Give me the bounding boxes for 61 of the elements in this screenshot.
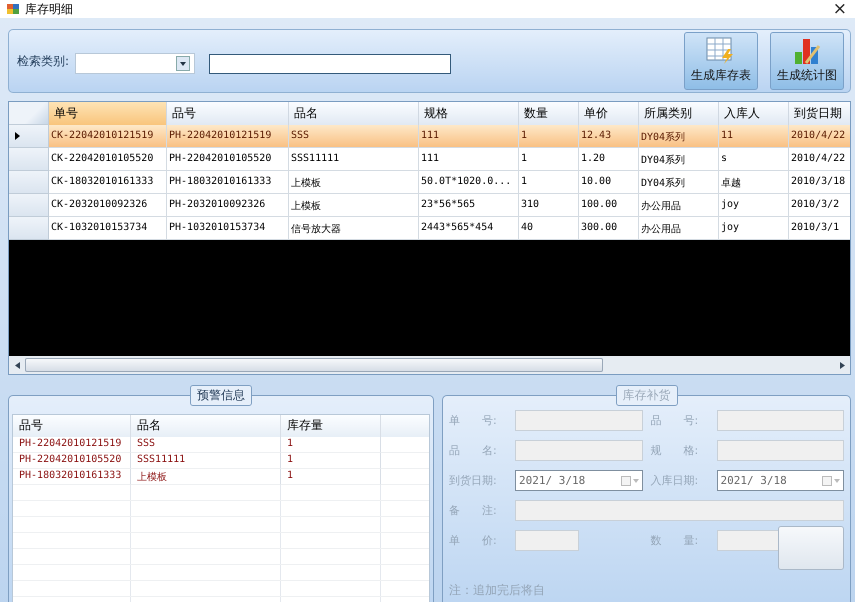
- table-row[interactable]: CK-1032010153734 PH-1032010153734 信号放大器 2443*565*454 40 300.00 办公用品 joy 2010/3/1: [9, 217, 850, 240]
- scroll-right-icon[interactable]: [838, 361, 846, 369]
- report-button[interactable]: 生成库存表: [684, 32, 758, 90]
- field-label: 入库日期:: [650, 473, 700, 488]
- row-header: [9, 171, 49, 194]
- row-header: [9, 148, 49, 171]
- row-pointer-icon: [15, 132, 20, 140]
- row-header: [9, 194, 49, 217]
- scroll-thumb[interactable]: [25, 358, 603, 372]
- bar-chart-icon: [792, 37, 822, 65]
- group-title: 预警信息: [190, 385, 252, 406]
- column-header[interactable]: 品号: [13, 415, 131, 437]
- table-cell: 1: [281, 437, 381, 453]
- table-cell: PH-22042010121519: [13, 437, 131, 453]
- column-header[interactable]: 单号: [49, 102, 167, 125]
- calendar-dropdown-icon: [620, 476, 638, 486]
- search-label: 检索类别:: [17, 52, 70, 70]
- field-label: 备 注:: [449, 503, 498, 518]
- table-cell: 1: [281, 469, 381, 485]
- column-header[interactable]: 品名: [131, 415, 281, 437]
- corner-cell: [9, 102, 49, 125]
- table-row[interactable]: CK-2032010092326 PH-2032010092326 上模板 23*56*565 310 100.00 办公用品 joy 2010/3/2: [9, 194, 850, 217]
- category-dropdown[interactable]: [75, 53, 196, 74]
- table-cell: 信号放大器: [289, 217, 419, 240]
- table-cell: 300.00: [579, 217, 639, 240]
- spreadsheet-icon: [706, 37, 736, 65]
- table-cell: CK-1032010153734: [49, 217, 167, 240]
- row-header: [9, 217, 49, 240]
- window-title: 库存明细: [25, 0, 73, 18]
- note-text: 注：追加完后将自: [449, 582, 546, 599]
- table-cell: PH-1032010153734: [167, 217, 289, 240]
- table-cell: 40: [519, 217, 579, 240]
- app-icon: [6, 2, 20, 16]
- table-cell: SSS: [131, 437, 281, 453]
- close-button[interactable]: ×: [830, 0, 849, 18]
- field-label: 单 价:: [449, 533, 498, 548]
- search-field[interactable]: [209, 54, 452, 74]
- table-cell: 办公用品: [639, 217, 719, 240]
- calendar-dropdown-icon: [822, 476, 840, 486]
- table-cell: SSS11111: [131, 453, 281, 469]
- table-cell: 上模板: [131, 469, 281, 485]
- field-label: 数 量:: [650, 533, 700, 548]
- field-label: 品 名:: [449, 443, 498, 458]
- table-cell: joy: [719, 217, 789, 240]
- horizontal-scrollbar[interactable]: [9, 356, 850, 374]
- table-row[interactable]: CK-22042010121519 PH-22042010121519 SSS 111 1 12.43 DY04系列 11 2010/4/22: [9, 125, 850, 148]
- table-cell: 1: [281, 453, 381, 469]
- field-label: 规 格:: [650, 443, 700, 458]
- chart-button[interactable]: 生成统计图: [770, 32, 844, 90]
- column-header[interactable]: 库存量: [281, 415, 381, 437]
- table-cell: PH-18032010161333: [13, 469, 131, 485]
- group-title: 库存补货: [616, 385, 678, 406]
- field-label: 到货日期:: [449, 473, 498, 488]
- table-cell: PH-22042010105520: [13, 453, 131, 469]
- table-row[interactable]: CK-18032010161333 PH-18032010161333 上模板 50.0T*1020.0... 1 10.00 DY04系列 卓越 2010/3/18: [9, 171, 850, 194]
- scroll-left-icon[interactable]: [13, 361, 21, 369]
- table-cell: 2443*565*454: [419, 217, 519, 240]
- field-label: 品 号:: [650, 413, 700, 428]
- table-row[interactable]: CK-22042010105520 PH-22042010105520 SSS11111 111 1 1.20 DY04系列 s 2010/4/22: [9, 148, 850, 171]
- table-cell: 2010/3/1: [789, 217, 850, 240]
- field-label: 单 号:: [449, 413, 498, 428]
